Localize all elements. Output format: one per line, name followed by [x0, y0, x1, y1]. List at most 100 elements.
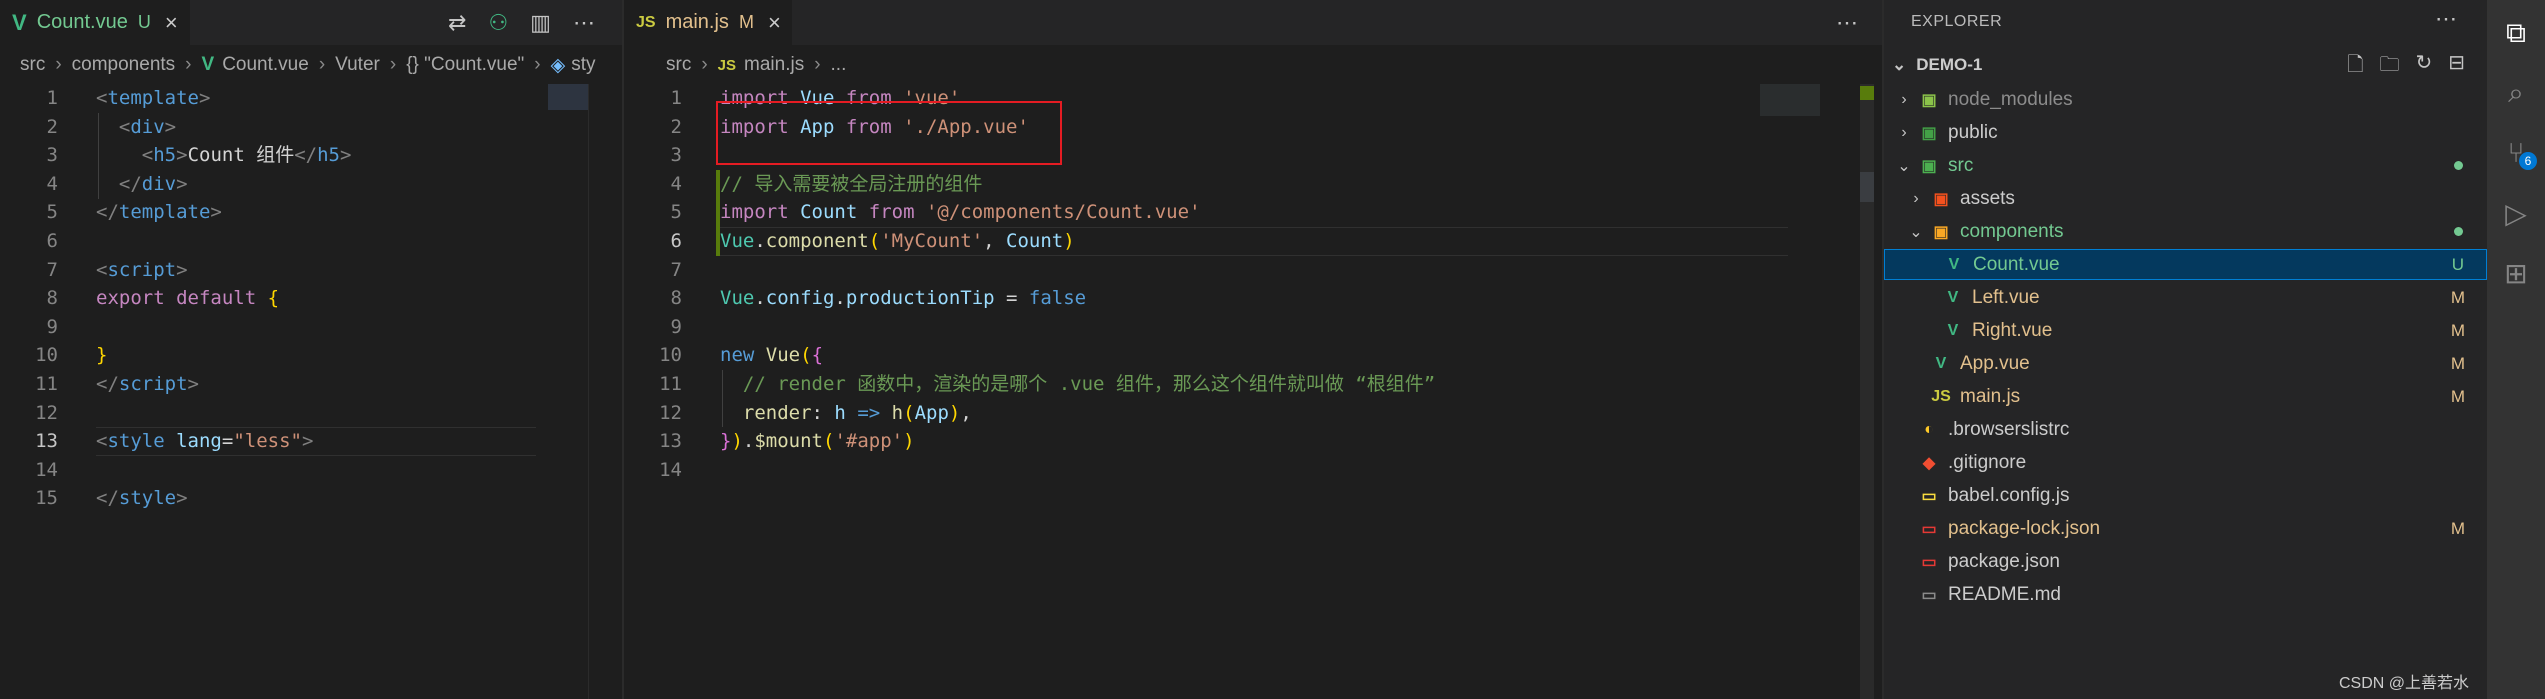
- code-line[interactable]: 5 import Count from '@/components/Count.v…: [624, 198, 1882, 227]
- code-line[interactable]: 8 export default {: [0, 284, 622, 313]
- more-actions-icon[interactable]: ⋯: [1836, 10, 1858, 36]
- breadcrumb: src › components › V Count.vue › Vuter › {} "…: [0, 48, 596, 82]
- code-line[interactable]: 1 <template>: [0, 84, 622, 113]
- tree-item[interactable]: ▭ package-lock.json M: [1884, 513, 2487, 544]
- tree-item[interactable]: ◆ .gitignore: [1884, 447, 2487, 478]
- source-control-icon[interactable]: ⑂ 6: [2487, 128, 2545, 178]
- line-number: 2: [670, 115, 682, 138]
- vue-file-icon: V: [12, 9, 27, 35]
- file-type-icon: V: [1948, 255, 1960, 273]
- breadcrumb-item[interactable]: sty: [571, 54, 595, 76]
- code-line[interactable]: 13 <style lang="less">: [0, 427, 622, 456]
- code-line[interactable]: 3 <h5>Count 组件</h5>: [0, 141, 622, 170]
- code-line[interactable]: 10}: [0, 341, 622, 370]
- collapse-all-icon[interactable]: ⊟: [2448, 50, 2465, 84]
- breadcrumb-item[interactable]: Vuter: [335, 54, 380, 76]
- git-status-badge: U: [2451, 254, 2464, 274]
- tree-item[interactable]: V App.vue M: [1884, 348, 2487, 379]
- code-line[interactable]: 9: [0, 313, 622, 342]
- breadcrumb-item[interactable]: src: [20, 54, 45, 76]
- code-token: >: [339, 144, 352, 167]
- git-status-badge: M: [2450, 287, 2465, 307]
- tab-main-js[interactable]: JS main.js M ×: [624, 0, 792, 45]
- breadcrumb-item[interactable]: components: [72, 54, 176, 76]
- code-line[interactable]: 7: [624, 256, 1882, 285]
- breadcrumb-item[interactable]: Count.vue: [222, 54, 309, 76]
- code-text: </script>: [96, 370, 199, 399]
- code-line[interactable]: 15 </style>: [0, 484, 622, 513]
- code-line[interactable]: 10 new Vue({: [624, 341, 1882, 370]
- code-line[interactable]: 13}).$mount('#app'): [624, 427, 1882, 456]
- more-actions-icon[interactable]: ⋯: [2435, 6, 2457, 32]
- new-folder-icon[interactable]: 🗀: [2379, 50, 2399, 84]
- code-text: }).$mount('#app'): [720, 427, 915, 456]
- search-icon[interactable]: ⌕: [2487, 68, 2545, 118]
- breadcrumb-item[interactable]: ...: [831, 54, 847, 76]
- tree-item[interactable]: ⌄ ▣ components: [1884, 216, 2487, 247]
- extensions-icon[interactable]: ⊞: [2487, 248, 2545, 298]
- code-token: style: [118, 487, 177, 510]
- tree-item[interactable]: ▭ babel.config.js: [1884, 480, 2487, 511]
- tree-item[interactable]: › ▣ assets: [1884, 183, 2487, 214]
- tree-item[interactable]: JS main.js M: [1884, 381, 2487, 412]
- tree-item[interactable]: V Left.vue M: [1884, 282, 2487, 313]
- code-line[interactable]: 9: [624, 313, 1882, 342]
- code-line[interactable]: 11 // render 函数中，渲染的是哪个 .vue 组件，那么这个组件就叫…: [624, 370, 1882, 399]
- code-line[interactable]: 14: [0, 456, 622, 485]
- tree-item[interactable]: ▭ package.json: [1884, 546, 2487, 577]
- code-line[interactable]: 4 </div>: [0, 170, 622, 199]
- line-number: 10: [659, 344, 682, 367]
- refresh-icon[interactable]: ↻: [2415, 50, 2432, 84]
- minimap[interactable]: [1760, 84, 1820, 116]
- modified-dot-icon: [2454, 227, 2463, 236]
- breadcrumb-item[interactable]: {} "Count.vue": [406, 54, 524, 76]
- open-changes-icon[interactable]: ⇄: [448, 10, 466, 36]
- tree-item[interactable]: ▭ README.md: [1884, 579, 2487, 610]
- close-icon[interactable]: ×: [165, 10, 178, 36]
- chevron-right-icon: ›: [1913, 189, 1919, 207]
- code-line[interactable]: 2 <div>: [0, 113, 622, 142]
- code-line[interactable]: 12 render: h => h(App),: [624, 399, 1882, 428]
- run-debug-icon[interactable]: ▷: [2487, 188, 2545, 238]
- code-token: Vue: [765, 344, 801, 367]
- code-token: false: [1028, 287, 1087, 310]
- tree-item[interactable]: ⌄ ▣ src: [1884, 150, 2487, 181]
- vue-devtools-icon[interactable]: ⚇: [488, 10, 508, 36]
- code-line[interactable]: 6: [0, 227, 622, 256]
- minimap[interactable]: [548, 84, 588, 110]
- scrollbar[interactable]: [588, 84, 603, 699]
- breadcrumb-item[interactable]: src: [666, 54, 691, 76]
- explorer-panel: EXPLORER ⋯ ⌄ DEMO-1 🗋 🗀 ↻ ⊟ › ▣ node_modul…: [1884, 0, 2487, 699]
- tree-item[interactable]: V Right.vue M: [1884, 315, 2487, 346]
- tree-item-label: components: [1960, 220, 2064, 242]
- code-line[interactable]: 4 // 导入需要被全局注册的组件: [624, 170, 1882, 199]
- code-line[interactable]: 14: [624, 456, 1882, 485]
- tree-item[interactable]: V Count.vue U: [1884, 249, 2487, 280]
- code-token: h5: [317, 144, 340, 167]
- split-editor-icon[interactable]: ▥: [530, 10, 551, 36]
- code-token: h: [891, 401, 904, 424]
- explorer-icon[interactable]: ⧉: [2487, 8, 2545, 58]
- code-token: (: [868, 229, 881, 252]
- code-area[interactable]: 1 <template> 2 <div> 3 <h5>Count 组件</h5> 4 <…: [0, 84, 622, 513]
- close-icon[interactable]: ×: [768, 10, 781, 36]
- tree-item[interactable]: ◐ .browserslistrc: [1884, 414, 2487, 445]
- more-actions-icon[interactable]: ⋯: [573, 10, 595, 36]
- code-line[interactable]: 5 </template>: [0, 198, 622, 227]
- code-token: from: [868, 201, 915, 224]
- code-token: </: [118, 172, 142, 195]
- code-line[interactable]: 7 <script>: [0, 256, 622, 285]
- code-line[interactable]: 6 Vue.component('MyCount', Count): [624, 227, 1882, 256]
- code-token: <: [118, 115, 131, 138]
- code-line[interactable]: 12: [0, 399, 622, 428]
- code-line[interactable]: 11 </script>: [0, 370, 622, 399]
- tab-count-vue[interactable]: V Count.vue U ×: [0, 0, 190, 45]
- code-line[interactable]: 8 Vue.config.productionTip = false: [624, 284, 1882, 313]
- code-token: <: [96, 430, 108, 453]
- tree-item[interactable]: › ▣ node_modules: [1884, 84, 2487, 115]
- breadcrumb-item[interactable]: main.js: [744, 54, 804, 76]
- code-token: Count: [800, 201, 858, 224]
- vue-file-icon: V: [201, 54, 215, 75]
- tree-item[interactable]: › ▣ public: [1884, 117, 2487, 148]
- new-file-icon[interactable]: 🗋: [2347, 50, 2363, 84]
